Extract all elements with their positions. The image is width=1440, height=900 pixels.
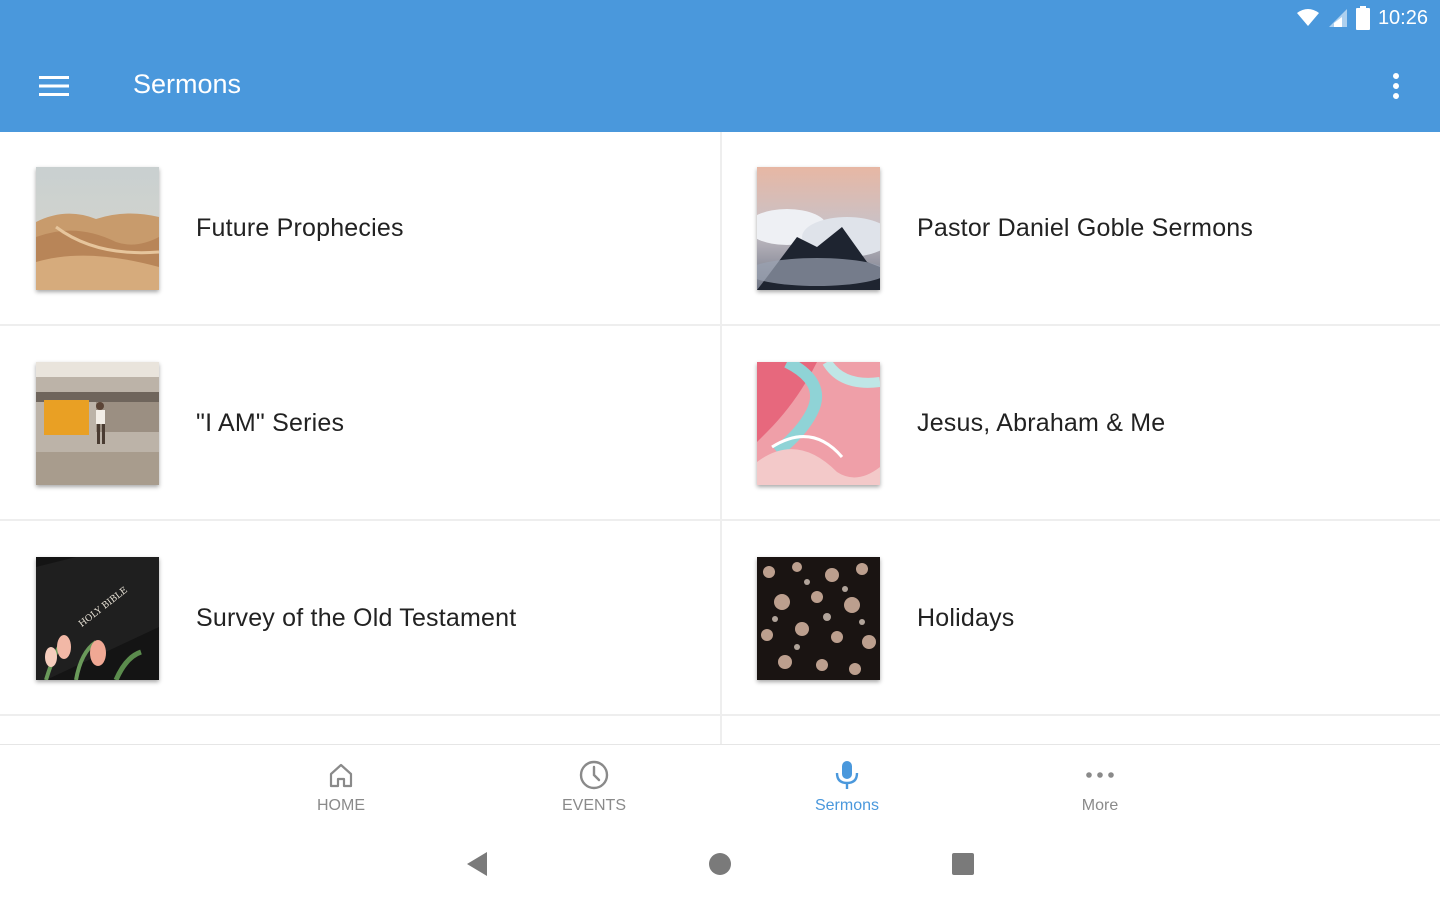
series-title: Future Prophecies [196, 213, 404, 242]
status-icons: 10:26 [1296, 6, 1428, 30]
bokeh-lights-image [757, 556, 880, 680]
nav-events[interactable]: EVENTS [524, 745, 664, 829]
nav-home-label: HOME [317, 797, 365, 814]
nav-sermons-label: Sermons [814, 797, 880, 814]
status-time: 10:26 [1377, 6, 1428, 29]
series-title: Holidays [917, 603, 1015, 632]
system-home-button[interactable] [700, 848, 740, 880]
series-title: Survey of the Old Testament [196, 603, 517, 632]
bottom-navigation: HOME EVENTS Sermons More [0, 744, 1440, 829]
menu-button[interactable] [30, 66, 78, 106]
system-back-button[interactable] [457, 848, 497, 880]
app-toolbar: Sermons [0, 40, 1440, 132]
more-vertical-icon [1393, 73, 1399, 99]
nav-home[interactable]: HOME [271, 745, 411, 829]
back-triangle-icon [467, 852, 487, 876]
home-icon [329, 763, 353, 788]
series-title: Jesus, Abraham & Me [917, 408, 1166, 437]
series-item-jesus-abraham-and-me[interactable]: Jesus, Abraham & Me [722, 327, 1440, 521]
desert-dunes-image [36, 166, 159, 290]
overflow-menu-button[interactable] [1376, 66, 1416, 106]
nav-events-label: EVENTS [561, 797, 626, 814]
cell-signal-icon [1328, 9, 1347, 27]
nav-sermons[interactable]: Sermons [777, 745, 917, 829]
nav-more[interactable]: More [1030, 745, 1170, 829]
sermon-series-grid: Future Prophecies Pastor Daniel Goble Se… [0, 132, 1440, 744]
system-navigation-bar [0, 828, 1440, 900]
series-item-survey-of-the-old-testament[interactable]: HOLY BIBLE Survey of the Old Testament [0, 522, 720, 716]
recents-square-icon [952, 853, 974, 875]
pink-marble-image [757, 361, 880, 485]
series-item-pastor-daniel-goble-sermons[interactable]: Pastor Daniel Goble Sermons [722, 132, 1440, 326]
home-circle-icon [709, 853, 731, 875]
clouds-mountain-image [757, 166, 880, 290]
more-horizontal-icon [1086, 772, 1114, 778]
series-title: Pastor Daniel Goble Sermons [917, 213, 1254, 242]
series-item-i-am-series[interactable]: "I AM" Series [0, 327, 720, 521]
series-title: "I AM" Series [196, 408, 345, 437]
hamburger-menu-icon [39, 76, 69, 96]
wifi-icon [1296, 9, 1319, 26]
clock-icon [579, 760, 609, 790]
page-title: Sermons [133, 69, 242, 99]
system-recents-button[interactable] [943, 848, 983, 880]
series-item-holidays[interactable]: Holidays [722, 522, 1440, 716]
holy-bible-tulips-image: HOLY BIBLE [36, 556, 159, 680]
nav-more-label: More [1081, 797, 1119, 814]
status-bar: 10:26 [0, 0, 1440, 40]
train-platform-image [36, 361, 159, 485]
series-item-future-prophecies[interactable]: Future Prophecies [0, 132, 720, 326]
microphone-icon [835, 761, 859, 789]
battery-icon [1355, 6, 1370, 30]
